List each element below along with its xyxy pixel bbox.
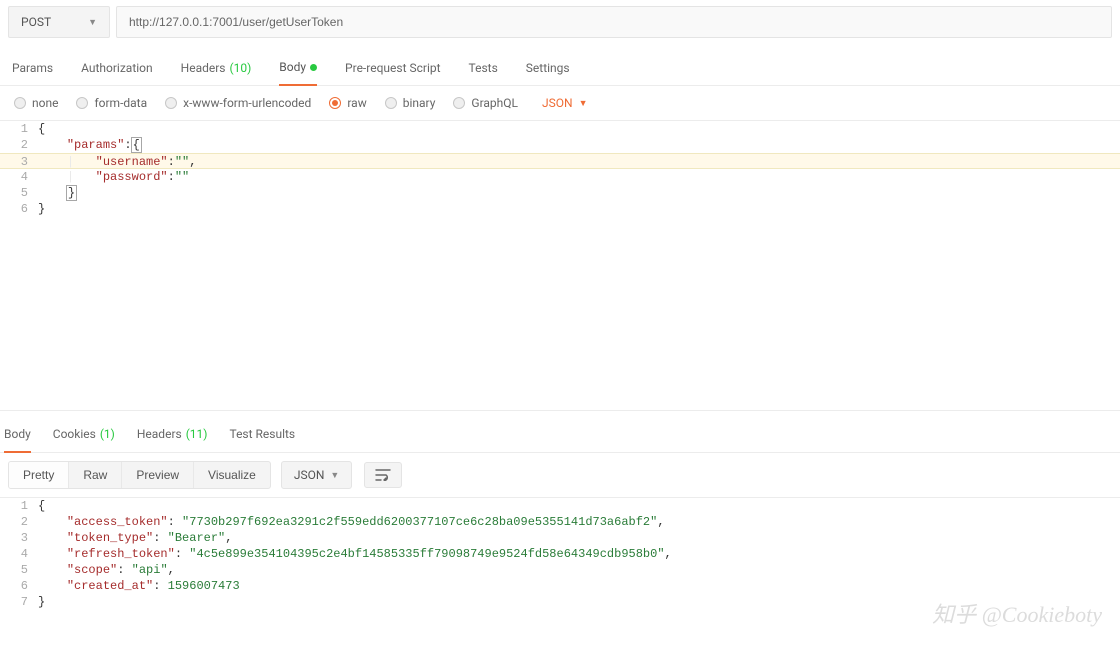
body-type-xwww[interactable]: x-www-form-urlencoded <box>165 96 311 110</box>
tab-authorization[interactable]: Authorization <box>81 50 153 85</box>
resp-tab-headers[interactable]: Headers (11) <box>137 417 208 452</box>
body-type-selector: none form-data x-www-form-urlencoded raw… <box>0 86 1120 120</box>
response-body-viewer[interactable]: 1{ 2 "access_token": "7730b297f692ea3291… <box>0 498 1120 610</box>
response-view-group: Pretty Raw Preview Visualize <box>8 461 271 489</box>
body-type-graphql[interactable]: GraphQL <box>453 96 518 110</box>
resp-tab-cookies[interactable]: Cookies (1) <box>53 417 115 452</box>
response-tabs: Body Cookies (1) Headers (11) Test Resul… <box>0 411 1120 453</box>
chevron-down-icon: ▼ <box>330 470 339 481</box>
line-number: 6 <box>0 201 38 217</box>
resp-view-pretty[interactable]: Pretty <box>9 462 68 488</box>
response-toolbar: Pretty Raw Preview Visualize JSON ▼ <box>0 453 1120 498</box>
body-modified-dot-icon <box>310 64 317 71</box>
tab-settings[interactable]: Settings <box>526 50 570 85</box>
line-number: 7 <box>0 594 38 610</box>
body-type-raw[interactable]: raw <box>329 96 366 110</box>
request-tabs: Params Authorization Headers (10) Body P… <box>0 44 1120 86</box>
line-number: 6 <box>0 578 38 594</box>
chevron-down-icon: ▼ <box>88 17 97 28</box>
resp-tab-body[interactable]: Body <box>4 417 31 453</box>
body-format-select[interactable]: JSON ▼ <box>542 96 587 110</box>
resp-format-select[interactable]: JSON ▼ <box>281 461 352 489</box>
resp-view-visualize[interactable]: Visualize <box>193 462 270 488</box>
tab-params[interactable]: Params <box>12 50 53 85</box>
url-input-container[interactable] <box>116 6 1112 38</box>
resp-view-raw[interactable]: Raw <box>68 462 121 488</box>
chevron-down-icon: ▼ <box>579 98 588 109</box>
body-type-none[interactable]: none <box>14 96 58 110</box>
line-number: 1 <box>0 498 38 514</box>
line-wrap-button[interactable] <box>364 462 402 488</box>
body-type-binary[interactable]: binary <box>385 96 436 110</box>
line-number: 5 <box>0 562 38 578</box>
http-method-select[interactable]: POST ▼ <box>8 6 110 38</box>
headers-count: (10) <box>230 61 252 75</box>
url-input[interactable] <box>129 15 1099 29</box>
line-number: 4 <box>0 546 38 562</box>
http-method-value: POST <box>21 15 51 29</box>
line-number: 2 <box>0 514 38 530</box>
body-type-formdata[interactable]: form-data <box>76 96 147 110</box>
response-panel: Body Cookies (1) Headers (11) Test Resul… <box>0 410 1120 610</box>
resp-view-preview[interactable]: Preview <box>121 462 193 488</box>
line-number: 2 <box>0 137 38 153</box>
tab-headers[interactable]: Headers (10) <box>181 50 252 85</box>
line-number: 4 <box>0 169 38 185</box>
resp-tab-testresults[interactable]: Test Results <box>229 417 295 452</box>
line-wrap-icon <box>375 469 391 481</box>
line-number: 5 <box>0 185 38 201</box>
tab-body[interactable]: Body <box>279 50 317 86</box>
line-number: 3 <box>0 154 38 168</box>
tab-prerequest[interactable]: Pre-request Script <box>345 50 440 85</box>
request-body-editor[interactable]: 1{ 2 "params":{ 3 | "username":"", 4 | "… <box>0 120 1120 410</box>
line-number: 1 <box>0 121 38 137</box>
line-number: 3 <box>0 530 38 546</box>
tab-tests[interactable]: Tests <box>469 50 498 85</box>
